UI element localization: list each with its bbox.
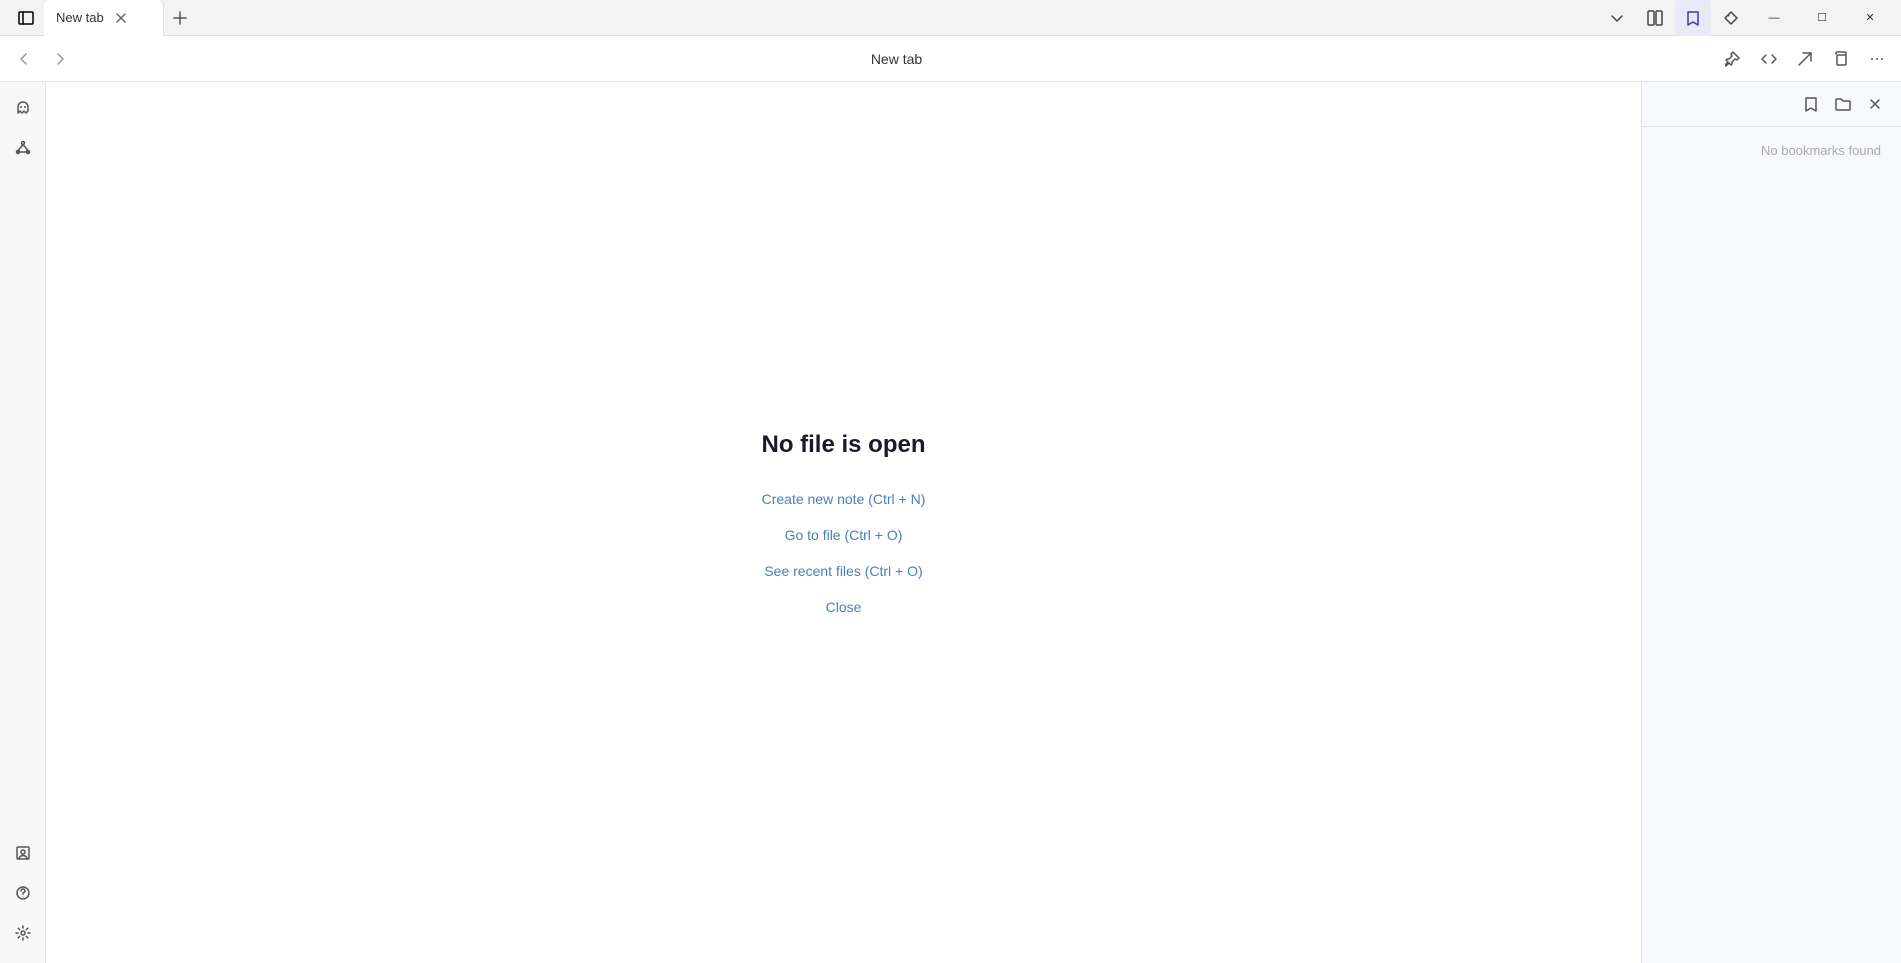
toolbar-right — [1717, 43, 1893, 75]
tab-close-button[interactable] — [112, 9, 130, 27]
title-bar: New tab — [0, 0, 1901, 36]
bookmark-folder-button[interactable] — [1829, 90, 1857, 118]
new-tab[interactable]: New tab — [44, 0, 164, 36]
layout-button[interactable] — [1637, 0, 1673, 36]
no-bookmarks-message: No bookmarks found — [1761, 143, 1881, 158]
main-layout: No file is open Create new note (Ctrl + … — [0, 82, 1901, 963]
bookmark-add-button[interactable] — [1797, 90, 1825, 118]
bookmark-panel-button[interactable] — [1675, 0, 1711, 36]
tag-button[interactable] — [1713, 0, 1749, 36]
toolbar-title: New tab — [80, 51, 1713, 67]
go-to-file-link[interactable]: Go to file (Ctrl + O) — [785, 527, 903, 543]
toolbar: New tab — [0, 36, 1901, 82]
main-content: No file is open Create new note (Ctrl + … — [46, 82, 1641, 963]
dropdown-button[interactable] — [1599, 0, 1635, 36]
forward-icon — [52, 51, 68, 67]
bookmarks-header — [1642, 82, 1901, 127]
tab-close-icon — [113, 10, 129, 26]
location-bookmark-icon — [15, 845, 31, 861]
add-tab-icon — [172, 10, 188, 26]
maximize-button[interactable]: ☐ — [1799, 0, 1845, 36]
bookmarks-close-icon — [1867, 96, 1883, 112]
sidebar-item-network[interactable] — [5, 130, 41, 166]
more-options-button[interactable] — [1861, 43, 1893, 75]
bookmarks-panel: No bookmarks found — [1641, 82, 1901, 963]
sidebar-item-ghost[interactable] — [5, 90, 41, 126]
add-tab-button[interactable] — [164, 2, 196, 34]
sidebar-item-help[interactable] — [5, 875, 41, 911]
bookmarks-close-button[interactable] — [1861, 90, 1889, 118]
title-bar-right: — ☐ ✕ — [1599, 0, 1901, 36]
navigate-icon — [1797, 51, 1813, 67]
action-links: Create new note (Ctrl + N) Go to file (Ct… — [762, 491, 926, 615]
tag-icon — [1723, 10, 1739, 26]
sidebar-toggle-icon — [18, 10, 34, 26]
forward-button[interactable] — [44, 43, 76, 75]
minimize-button[interactable]: — — [1751, 0, 1797, 36]
bookmark-panel-icon — [1685, 10, 1701, 26]
network-icon — [15, 140, 31, 156]
code-button[interactable] — [1753, 43, 1785, 75]
bookmark-add-icon — [1803, 96, 1819, 112]
chevron-down-icon — [1609, 10, 1625, 26]
pin-icon — [1725, 51, 1741, 67]
pin-button[interactable] — [1717, 43, 1749, 75]
navigate-button[interactable] — [1789, 43, 1821, 75]
close-link[interactable]: Close — [826, 599, 862, 615]
sidebar-item-bookmark[interactable] — [5, 835, 41, 871]
content-area: No file is open Create new note (Ctrl + … — [46, 82, 1901, 963]
copy-icon — [1833, 51, 1849, 67]
tab-label: New tab — [56, 10, 104, 25]
copy-button[interactable] — [1825, 43, 1857, 75]
more-options-icon — [1869, 51, 1885, 67]
see-recent-files-link[interactable]: See recent files (Ctrl + O) — [764, 563, 922, 579]
sidebar — [0, 82, 46, 963]
bookmarks-empty: No bookmarks found — [1642, 127, 1901, 963]
bookmark-folder-icon — [1835, 96, 1851, 112]
back-icon — [16, 51, 32, 67]
sidebar-toggle-button[interactable] — [8, 0, 44, 36]
code-icon — [1761, 51, 1777, 67]
no-file-title: No file is open — [761, 431, 925, 459]
sidebar-item-settings[interactable] — [5, 915, 41, 951]
close-window-button[interactable]: ✕ — [1847, 0, 1893, 36]
create-new-note-link[interactable]: Create new note (Ctrl + N) — [762, 491, 926, 507]
help-icon — [15, 885, 31, 901]
title-bar-left — [0, 0, 44, 36]
tab-strip: New tab — [44, 0, 1599, 36]
settings-icon — [15, 925, 31, 941]
back-button[interactable] — [8, 43, 40, 75]
ghost-icon — [15, 100, 31, 116]
layout-icon — [1647, 10, 1663, 26]
